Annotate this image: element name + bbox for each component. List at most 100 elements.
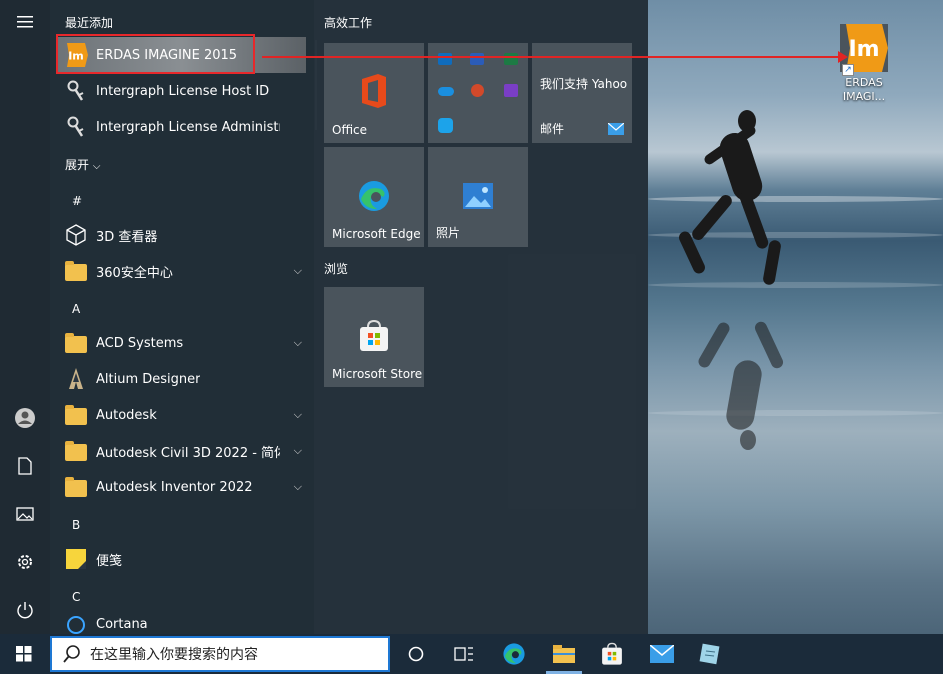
app-label: Altium Designer (96, 371, 201, 387)
taskbar-file-explorer[interactable] (540, 634, 588, 674)
erdas-icon-text: Im (848, 37, 879, 62)
gear-icon (18, 555, 32, 569)
tile-label: Office (332, 123, 368, 137)
photos-icon (463, 183, 493, 209)
folder-icon (64, 331, 88, 355)
documents-button[interactable] (0, 446, 50, 486)
mail-icon (608, 123, 624, 135)
edge-icon (503, 643, 525, 665)
powerpoint-icon (471, 84, 484, 97)
desktop-icon-label-line1: ERDAS (845, 76, 883, 89)
app-cortana[interactable]: Cortana (58, 613, 306, 634)
app-label: Cortana (96, 617, 148, 632)
power-button[interactable] (0, 590, 50, 630)
word-icon (470, 53, 484, 65)
app-autodesk-inventor[interactable]: Autodesk Inventor 2022 ⌵ (58, 469, 306, 505)
app-intergraph-host-id[interactable]: Intergraph License Host ID (58, 73, 306, 109)
cortana-circle-icon (408, 646, 424, 662)
onenote-icon (504, 84, 518, 97)
tile-label: 照片 (436, 226, 461, 240)
excel-icon (504, 53, 518, 65)
office-icon (362, 74, 386, 108)
chevron-down-icon: ⌵ (293, 336, 302, 349)
user-account-button[interactable] (0, 398, 50, 438)
taskbar-search-box[interactable]: 在这里输入你要搜索的内容 (50, 636, 390, 672)
chevron-down-icon: ⌵ (293, 264, 302, 277)
app-label: Autodesk Civil 3D 2022 - 简体... (96, 445, 280, 461)
cortana-button[interactable] (392, 634, 440, 674)
chevron-down-icon: ⌵ (293, 444, 302, 457)
tile-label: Microsoft Edge (332, 227, 421, 241)
tile-office-apps[interactable] (428, 43, 528, 143)
highlight-box (56, 34, 255, 74)
skype-icon (438, 118, 453, 133)
app-altium-designer[interactable]: Altium Designer (58, 361, 306, 397)
tile-photos[interactable]: 照片 (428, 147, 528, 247)
tile-label: 邮件 (540, 122, 565, 136)
start-button[interactable] (0, 634, 48, 674)
hamburger-icon (17, 16, 33, 28)
folder-icon (64, 475, 88, 499)
app-sticky-notes[interactable]: 便笺 (58, 541, 306, 577)
folder-icon (64, 259, 88, 283)
app-360-security[interactable]: 360安全中心 ⌵ (58, 253, 306, 289)
shortcut-arrow-icon: ↗ (842, 64, 854, 76)
app-acd-systems[interactable]: ACD Systems ⌵ (58, 325, 306, 361)
tile-microsoft-store[interactable]: Microsoft Store (324, 287, 424, 387)
cube-icon (64, 223, 88, 247)
windows-logo-icon (16, 646, 32, 662)
group-header-browse[interactable]: 浏览 (324, 260, 348, 277)
group-header-productivity[interactable]: 高效工作 (324, 14, 372, 31)
expand-button[interactable]: 展开 ⌵ (65, 156, 100, 173)
task-view-icon (454, 647, 473, 661)
onedrive-icon (438, 87, 454, 96)
taskbar-microsoft-store[interactable] (588, 634, 636, 674)
settings-button[interactable] (0, 542, 50, 582)
app-intergraph-license-admin[interactable]: Intergraph License Administration (58, 109, 306, 145)
hamburger-menu-button[interactable] (0, 2, 50, 42)
tile-office[interactable]: Office (324, 43, 424, 143)
pictures-button[interactable] (0, 494, 50, 534)
store-icon (602, 642, 622, 665)
annotation-arrowhead (838, 51, 848, 63)
taskbar-mail[interactable] (638, 634, 686, 674)
tile-edge[interactable]: Microsoft Edge (324, 147, 424, 247)
key-icon (64, 115, 88, 139)
picture-icon (16, 507, 34, 521)
app-autodesk[interactable]: Autodesk ⌵ (58, 397, 306, 433)
app-label: Autodesk Inventor 2022 (96, 479, 253, 495)
notepad-icon (699, 643, 720, 665)
user-avatar-icon (15, 408, 35, 428)
tiles-area: 高效工作 Office 我们支持 Yahoo 邮件 Microsoft Edge… (314, 0, 648, 634)
desktop-wallpaper (648, 0, 943, 634)
app-3d-viewer[interactable]: 3D 查看器 (58, 217, 306, 253)
recent-header: 最近添加 (65, 16, 114, 30)
altium-icon (64, 367, 88, 391)
desktop-icon-label-line2: IMAGI... (842, 90, 886, 103)
task-view-button[interactable] (440, 634, 488, 674)
chevron-down-icon: ⌵ (92, 161, 101, 172)
app-label: ACD Systems (96, 335, 184, 351)
tile-yahoo-text: 我们支持 Yahoo (540, 77, 628, 91)
document-icon (18, 457, 32, 475)
power-icon (17, 602, 33, 619)
search-icon (63, 645, 80, 663)
app-label: Intergraph License Host ID (96, 83, 270, 99)
folder-icon (64, 439, 88, 463)
tile-mail[interactable]: 我们支持 Yahoo 邮件 (532, 43, 632, 143)
letter-header-a[interactable]: A (72, 302, 80, 316)
folder-icon (553, 645, 575, 663)
search-placeholder: 在这里输入你要搜索的内容 (90, 647, 258, 663)
desktop-erdas-shortcut[interactable]: Im ↗ ERDAS IMAGI... (833, 24, 895, 104)
app-autodesk-civil-3d[interactable]: Autodesk Civil 3D 2022 - 简体... ⌵ (58, 433, 306, 469)
start-menu-rail (0, 0, 50, 634)
letter-header-hash[interactable]: # (72, 194, 82, 208)
letter-header-c[interactable]: C (72, 590, 80, 604)
chevron-down-icon: ⌵ (293, 408, 302, 421)
letter-header-b[interactable]: B (72, 518, 80, 532)
taskbar-edge[interactable] (490, 634, 538, 674)
erdas-icon: Im ↗ (840, 24, 888, 76)
taskbar: 在这里输入你要搜索的内容 (0, 634, 943, 674)
sticky-note-icon (64, 547, 88, 571)
taskbar-notepad-app[interactable] (686, 634, 734, 674)
